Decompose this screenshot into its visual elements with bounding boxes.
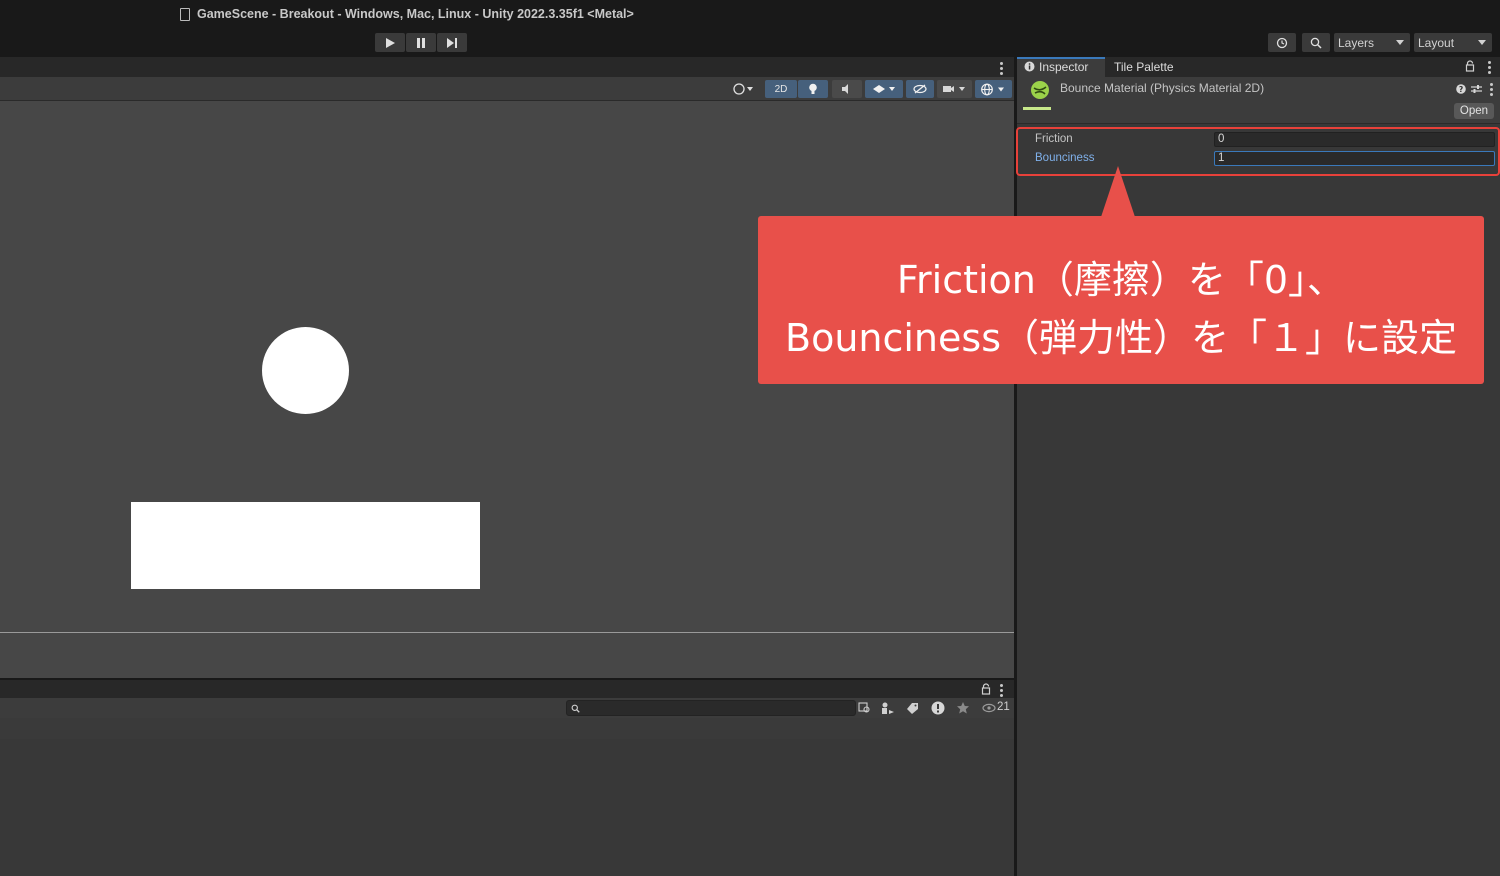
- scene-view[interactable]: [0, 101, 1014, 678]
- callout-line-1: Friction（摩擦）を「0」、: [896, 258, 1346, 302]
- gizmo-globe-icon: [980, 83, 1004, 95]
- camera-dropdown[interactable]: [937, 80, 972, 98]
- scene-visibility-toggle[interactable]: [906, 80, 934, 98]
- physics-material-icon: [1031, 81, 1049, 99]
- layers-dropdown[interactable]: Layers: [1334, 33, 1410, 52]
- hidden-packages-icon[interactable]: [982, 703, 996, 713]
- tab-inspector-label: Inspector: [1039, 60, 1089, 74]
- search-button[interactable]: [1302, 33, 1330, 52]
- preset-settings-icon[interactable]: [1471, 84, 1482, 94]
- layout-dropdown[interactable]: Layout: [1414, 33, 1492, 52]
- mode-2d-toggle[interactable]: 2D: [765, 80, 797, 98]
- hidden-packages-count: 21: [997, 701, 1010, 713]
- lock-icon[interactable]: [1465, 60, 1475, 72]
- history-button[interactable]: [1268, 33, 1296, 52]
- project-browser[interactable]: [0, 739, 1014, 876]
- title-bar: GameScene - Breakout - Windows, Mac, Lin…: [0, 0, 1500, 30]
- warning-filter-icon[interactable]: [931, 701, 945, 715]
- effects-icon: [873, 85, 895, 93]
- lock-icon[interactable]: [981, 683, 991, 695]
- scene-file-icon: [180, 8, 190, 21]
- window-title: GameScene - Breakout - Windows, Mac, Lin…: [197, 7, 634, 21]
- play-icon: [386, 37, 395, 48]
- step-button[interactable]: [437, 33, 467, 52]
- eye-slash-icon: [913, 84, 927, 94]
- project-search-input[interactable]: [566, 700, 856, 716]
- project-breadcrumb-bar: [0, 718, 1014, 739]
- paddle-sprite[interactable]: [131, 502, 480, 589]
- lighting-toggle[interactable]: [798, 80, 828, 98]
- draw-mode-button[interactable]: [727, 80, 761, 98]
- pause-button[interactable]: [406, 33, 436, 52]
- project-tab-bar: [0, 679, 1014, 698]
- help-icon[interactable]: ?: [1456, 84, 1466, 94]
- audio-toggle[interactable]: [832, 80, 862, 98]
- open-button[interactable]: Open: [1454, 103, 1494, 119]
- scene-boundary-line: [0, 632, 1014, 633]
- asset-context-menu-icon[interactable]: [1490, 83, 1493, 98]
- lightbulb-icon: [809, 83, 817, 94]
- scene-panel-menu-icon[interactable]: [1000, 62, 1003, 77]
- play-button[interactable]: [375, 33, 405, 52]
- highlight-box: [1016, 127, 1500, 176]
- project-panel-menu-icon[interactable]: [1000, 684, 1003, 699]
- callout-line-2: Bounciness（弾力性）を「１」に設定: [785, 316, 1457, 360]
- chevron-down-icon: [1478, 40, 1486, 45]
- search-by-label-icon[interactable]: [881, 702, 895, 715]
- camera-icon: [942, 86, 965, 92]
- mode-2d-label: 2D: [774, 83, 788, 95]
- callout-pointer: [1101, 166, 1135, 217]
- shading-mode-icon: [733, 83, 753, 95]
- asset-color-bar: [1023, 107, 1051, 110]
- search-by-type-icon[interactable]: [858, 702, 871, 714]
- chevron-down-icon: [1396, 40, 1404, 45]
- layout-dropdown-label: Layout: [1418, 35, 1455, 50]
- pause-icon: [417, 37, 425, 48]
- svg-text:?: ?: [1459, 85, 1463, 94]
- info-icon: [1024, 61, 1035, 72]
- ball-sprite[interactable]: [262, 327, 349, 414]
- step-icon: [446, 37, 457, 48]
- gizmos-dropdown[interactable]: [975, 80, 1012, 98]
- inspector-menu-icon[interactable]: [1488, 61, 1491, 76]
- search-icon: [571, 704, 580, 713]
- audio-mute-icon: [842, 84, 848, 94]
- search-icon: [1310, 37, 1322, 49]
- effects-dropdown[interactable]: [865, 80, 903, 98]
- layers-dropdown-label: Layers: [1338, 35, 1375, 50]
- asset-title: Bounce Material (Physics Material 2D): [1060, 81, 1265, 95]
- tab-tile-palette[interactable]: Tile Palette: [1114, 60, 1174, 74]
- history-icon: [1276, 37, 1288, 48]
- favorite-star-icon[interactable]: [956, 701, 970, 715]
- scene-tab-bar: [0, 57, 1014, 77]
- tag-icon[interactable]: [906, 702, 919, 714]
